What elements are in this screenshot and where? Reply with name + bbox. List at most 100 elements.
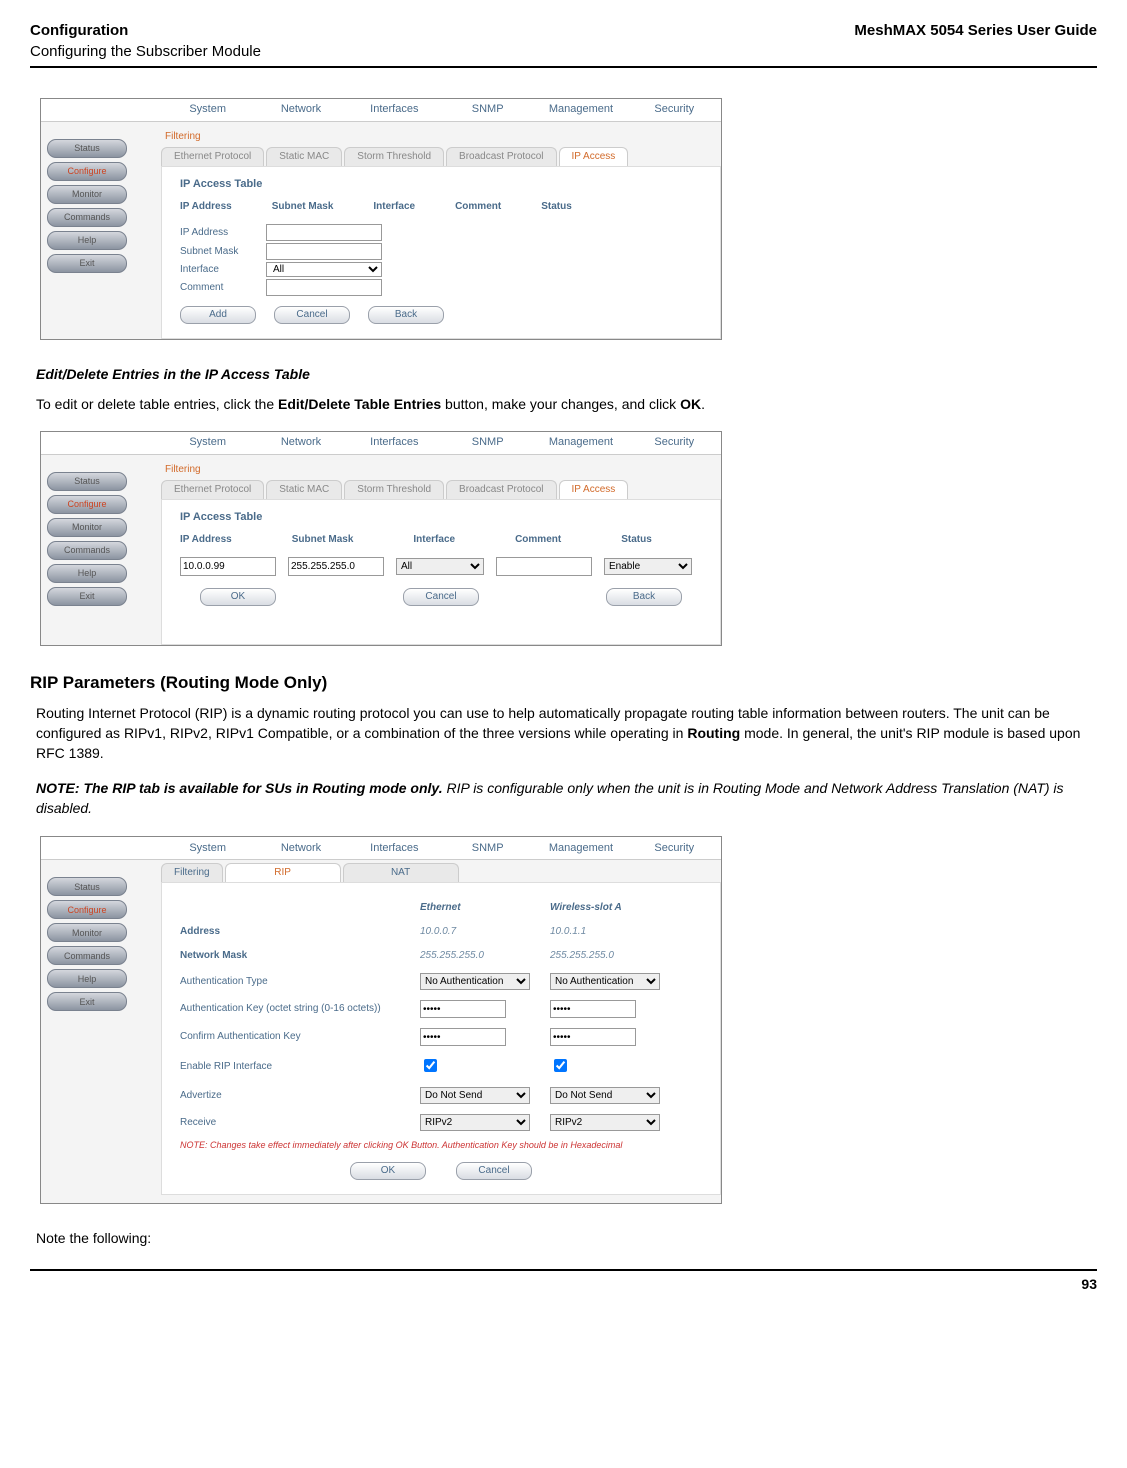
row-status[interactable]: Enable xyxy=(604,558,692,575)
mask-input[interactable] xyxy=(266,243,382,260)
leftnav-exit[interactable]: Exit xyxy=(47,587,127,606)
leftnav-status[interactable]: Status xyxy=(47,472,127,491)
row-mask[interactable] xyxy=(288,557,384,576)
rip-heading: RIP Parameters (Routing Mode Only) xyxy=(30,671,1097,695)
advertize-wls[interactable]: Do Not Send xyxy=(550,1087,660,1104)
leftnav-exit[interactable]: Exit xyxy=(47,992,127,1011)
nav-snmp[interactable]: SNMP xyxy=(441,841,534,856)
confirm-eth[interactable] xyxy=(420,1028,506,1046)
para-text: To edit or delete table entries, click t… xyxy=(36,396,278,412)
panel-title: IP Access Table xyxy=(180,510,702,525)
ok-button[interactable]: OK xyxy=(200,588,276,606)
tab-ip-access[interactable]: IP Access xyxy=(559,480,629,499)
receive-wls[interactable]: RIPv2 xyxy=(550,1114,660,1131)
address-wls: 10.0.1.1 xyxy=(550,925,680,939)
leftnav-help[interactable]: Help xyxy=(47,564,127,583)
tab-static-mac[interactable]: Static MAC xyxy=(266,147,342,166)
receive-eth[interactable]: RIPv2 xyxy=(420,1114,530,1131)
leftnav-help[interactable]: Help xyxy=(47,231,127,250)
ip-input[interactable] xyxy=(266,224,382,241)
back-button[interactable]: Back xyxy=(606,588,682,606)
nav-security[interactable]: Security xyxy=(628,102,721,117)
tab-broadcast-protocol[interactable]: Broadcast Protocol xyxy=(446,147,557,166)
nav-interfaces[interactable]: Interfaces xyxy=(348,102,441,117)
cancel-button[interactable]: Cancel xyxy=(456,1162,532,1180)
column-headers: IP Address Subnet Mask Interface Comment… xyxy=(180,533,702,547)
nav-snmp[interactable]: SNMP xyxy=(441,102,534,117)
nav-network[interactable]: Network xyxy=(254,435,347,450)
nav-management[interactable]: Management xyxy=(534,435,627,450)
row-comment[interactable] xyxy=(496,557,592,576)
tab-ip-access[interactable]: IP Access xyxy=(559,147,629,166)
nav-network[interactable]: Network xyxy=(254,102,347,117)
tab-broadcast-protocol[interactable]: Broadcast Protocol xyxy=(446,480,557,499)
nav-snmp[interactable]: SNMP xyxy=(441,435,534,450)
leftnav-configure[interactable]: Configure xyxy=(47,900,127,919)
leftnav-configure[interactable]: Configure xyxy=(47,162,127,181)
authtype-wls[interactable]: No Authentication xyxy=(550,973,660,990)
nav-management[interactable]: Management xyxy=(534,102,627,117)
advertize-eth[interactable]: Do Not Send xyxy=(420,1087,530,1104)
leftnav-status[interactable]: Status xyxy=(47,139,127,158)
nav-security[interactable]: Security xyxy=(628,435,721,450)
row-ip[interactable] xyxy=(180,557,276,576)
header-left: Configuration Configuring the Subscriber… xyxy=(30,20,261,62)
tab-storm-threshold[interactable]: Storm Threshold xyxy=(344,147,444,166)
leftnav-commands[interactable]: Commands xyxy=(47,946,127,965)
add-button[interactable]: Add xyxy=(180,306,256,324)
leftnav-status[interactable]: Status xyxy=(47,877,127,896)
leftnav-monitor[interactable]: Monitor xyxy=(47,518,127,537)
header-guide-title: MeshMAX 5054 Series User Guide xyxy=(854,20,1097,62)
nav-network[interactable]: Network xyxy=(254,841,347,856)
leftnav-help[interactable]: Help xyxy=(47,969,127,988)
authkey-eth[interactable] xyxy=(420,1000,506,1018)
leftnav-commands[interactable]: Commands xyxy=(47,541,127,560)
col-iface: Interface xyxy=(413,533,455,547)
authtype-eth[interactable]: No Authentication xyxy=(420,973,530,990)
leftnav-configure[interactable]: Configure xyxy=(47,495,127,514)
col-iface: Interface xyxy=(373,200,415,214)
ip-access-panel: IP Access Table IP Address Subnet Mask I… xyxy=(161,166,721,339)
tab-ethernet-protocol[interactable]: Ethernet Protocol xyxy=(161,147,264,166)
leftnav-monitor[interactable]: Monitor xyxy=(47,185,127,204)
cancel-button[interactable]: Cancel xyxy=(403,588,479,606)
tab-filtering[interactable]: Filtering xyxy=(161,863,223,882)
mask-wls: 255.255.255.0 xyxy=(550,949,680,963)
top-nav: System Network Interfaces SNMP Managemen… xyxy=(41,837,721,860)
page-number: 93 xyxy=(1081,1276,1097,1292)
leftnav-monitor[interactable]: Monitor xyxy=(47,923,127,942)
tab-filtering[interactable]: Filtering xyxy=(161,461,213,479)
cancel-button[interactable]: Cancel xyxy=(274,306,350,324)
tab-filtering[interactable]: Filtering xyxy=(161,128,213,146)
authkey-wls[interactable] xyxy=(550,1000,636,1018)
nav-system[interactable]: System xyxy=(161,102,254,117)
leftnav-exit[interactable]: Exit xyxy=(47,254,127,273)
comment-input[interactable] xyxy=(266,279,382,296)
nav-management[interactable]: Management xyxy=(534,841,627,856)
enable-eth[interactable] xyxy=(424,1059,437,1072)
screenshot-ip-access-add: System Network Interfaces SNMP Managemen… xyxy=(40,98,722,340)
iface-select[interactable]: All xyxy=(266,262,382,277)
tab-nat[interactable]: NAT xyxy=(343,863,459,882)
back-button[interactable]: Back xyxy=(368,306,444,324)
tab-storm-threshold[interactable]: Storm Threshold xyxy=(344,480,444,499)
tab-static-mac[interactable]: Static MAC xyxy=(266,480,342,499)
button-row: OK Cancel Back xyxy=(180,588,702,606)
tab-rip[interactable]: RIP xyxy=(225,863,341,882)
col-status: Status xyxy=(621,533,652,547)
rip-subtab-row: Filtering RIP NAT xyxy=(41,862,721,882)
header-title: Configuration xyxy=(30,20,261,41)
nav-security[interactable]: Security xyxy=(628,841,721,856)
nav-system[interactable]: System xyxy=(161,435,254,450)
col-comment: Comment xyxy=(455,200,501,214)
ok-button[interactable]: OK xyxy=(350,1162,426,1180)
enable-wls[interactable] xyxy=(554,1059,567,1072)
nav-interfaces[interactable]: Interfaces xyxy=(348,435,441,450)
row-iface[interactable]: All xyxy=(396,558,484,575)
nav-interfaces[interactable]: Interfaces xyxy=(348,841,441,856)
note-label: NOTE: xyxy=(36,780,80,796)
confirm-wls[interactable] xyxy=(550,1028,636,1046)
nav-system[interactable]: System xyxy=(161,841,254,856)
leftnav-commands[interactable]: Commands xyxy=(47,208,127,227)
tab-ethernet-protocol[interactable]: Ethernet Protocol xyxy=(161,480,264,499)
